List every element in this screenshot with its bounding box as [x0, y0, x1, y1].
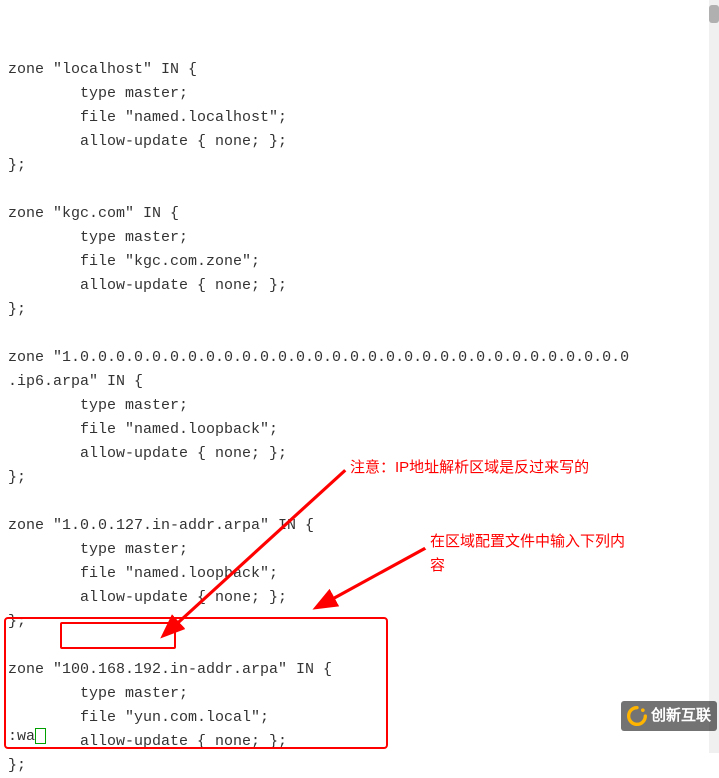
code-line: zone "1.0.0.127.in-addr.arpa" IN {: [8, 517, 314, 534]
code-line: };: [8, 469, 26, 486]
code-line: file "yun.com.local";: [8, 709, 269, 726]
code-line: };: [8, 301, 26, 318]
code-line: };: [8, 613, 26, 630]
code-line: file "named.localhost";: [8, 109, 287, 126]
code-line: .ip6.arpa" IN {: [8, 373, 143, 390]
code-line: allow-update { none; };: [8, 589, 287, 606]
bottom-command: :wa: [8, 725, 46, 749]
code-line: };: [8, 757, 26, 774]
code-line: zone "kgc.com" IN {: [8, 205, 179, 222]
code-block: zone "localhost" IN { type master; file …: [0, 0, 719, 778]
code-line: type master;: [8, 229, 188, 246]
code-line: allow-update { none; };: [8, 133, 287, 150]
cursor-icon: [35, 728, 46, 744]
code-line: zone "1.0.0.0.0.0.0.0.0.0.0.0.0.0.0.0.0.…: [8, 349, 629, 366]
code-line: zone "100.168.192.in-addr.arpa" IN {: [8, 661, 332, 678]
code-line: type master;: [8, 685, 188, 702]
code-line: };: [8, 157, 26, 174]
code-line: allow-update { none; };: [8, 733, 287, 750]
bottom-command-text: :wa: [8, 728, 35, 745]
code-line: allow-update { none; };: [8, 277, 287, 294]
code-line: type master;: [8, 397, 188, 414]
code-line: type master;: [8, 85, 188, 102]
code-line: zone "localhost" IN {: [8, 61, 197, 78]
code-line: file "named.loopback";: [8, 421, 278, 438]
code-line: file "kgc.com.zone";: [8, 253, 260, 270]
code-line: file "named.loopback";: [8, 565, 278, 582]
scrollbar-track[interactable]: [709, 0, 719, 753]
code-line: allow-update { none; };: [8, 445, 287, 462]
scrollbar-thumb[interactable]: [709, 5, 719, 23]
code-line: type master;: [8, 541, 188, 558]
